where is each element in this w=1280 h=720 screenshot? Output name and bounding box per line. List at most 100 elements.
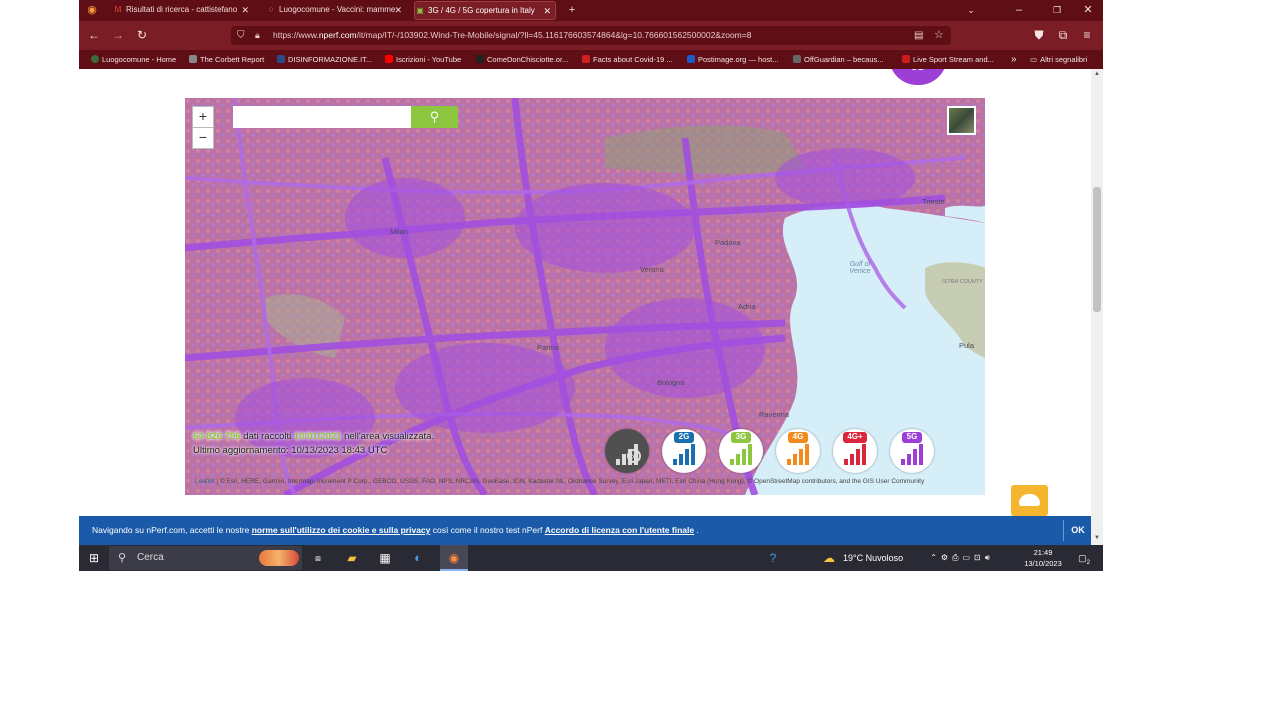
scrollbar-thumb[interactable] <box>1093 187 1101 312</box>
bookmark-item[interactable]: The Corbett Report <box>189 50 264 69</box>
filter-no-coverage[interactable]: × <box>605 429 649 473</box>
search-icon: ⚲ <box>118 552 127 564</box>
stats-count: 64 826 796 <box>193 431 241 442</box>
bookmark-favicon <box>189 55 197 63</box>
5g-logo: 5G <box>889 69 947 85</box>
license-agreement-link[interactable]: Accordo di licenza con l'utente finale <box>545 525 694 535</box>
url-text[interactable]: https://www.nperf.com/it/map/IT/-/103902… <box>273 26 833 45</box>
city-label: Pula <box>959 341 975 350</box>
cookie-ok-button[interactable]: OK <box>1063 520 1092 541</box>
firefox-icon[interactable]: ◉ <box>82 0 102 21</box>
filter-4g[interactable]: 4G <box>776 429 820 473</box>
bookmark-item[interactable]: ComeDonChisciotte.or... <box>476 50 568 69</box>
nperf-icon: ▣ <box>416 6 424 15</box>
navigation-bar: ← → ↻ ⛉ 🔒︎ https://www.nperf.com/it/map/… <box>79 21 1103 50</box>
page-content: 5G <box>79 69 1091 516</box>
bookmark-favicon <box>582 55 590 63</box>
taskbar-search[interactable]: ⚲ Cerca <box>109 546 302 570</box>
filter-3g[interactable]: 3G <box>719 429 763 473</box>
filter-2g[interactable]: 2G <box>662 429 706 473</box>
gmail-icon: M <box>114 5 122 14</box>
reload-icon[interactable]: ↻ <box>132 25 152 45</box>
coverage-map[interactable]: Milan Verona Padova Trieste Pula Parma B… <box>185 98 985 495</box>
tab-gmail[interactable]: M Risultati di ricerca - cattistefano ✕ <box>113 1 253 19</box>
reader-view-icon[interactable]: ▤ <box>914 26 923 45</box>
signal-bars-5g-icon <box>901 443 923 465</box>
youtube-icon <box>385 55 393 63</box>
url-bar[interactable]: ⛉ 🔒︎ https://www.nperf.com/it/map/IT/-/1… <box>231 26 951 45</box>
filter-5g[interactable]: 5G <box>890 429 934 473</box>
cookie-policy-link[interactable]: norme sull'utilizzo dei cookie e sulla p… <box>252 525 431 535</box>
cookie-banner: Navigando su nPerf.com, accetti le nostr… <box>79 516 1091 545</box>
map-search-button[interactable]: ⚲ <box>411 106 458 128</box>
tab-luogocomune[interactable]: ◌ Luogocomune - Vaccini: mamme ✕ <box>266 1 406 19</box>
city-label: Trieste <box>922 197 945 206</box>
bookmark-item[interactable]: Postimage.org — host... <box>687 50 778 69</box>
bookmarks-overflow-icon[interactable]: » <box>1011 50 1017 69</box>
pocket-icon[interactable]: ⛊ <box>1029 25 1049 45</box>
bookmark-item[interactable]: Live Sport Stream and... <box>902 50 994 69</box>
tab-bar: ◉ M Risultati di ricerca - cattistefano ✕… <box>79 0 1103 21</box>
scroll-to-top-button[interactable] <box>1011 485 1048 516</box>
menu-icon[interactable]: ≡ <box>1077 25 1097 45</box>
weather-icon: ☁ <box>823 551 835 565</box>
lock-icon[interactable]: 🔒︎ <box>255 26 260 45</box>
signal-bars-2g-icon <box>673 443 695 465</box>
windows-start-icon[interactable]: ⊞ <box>85 545 103 571</box>
zoom-out-button[interactable]: − <box>192 127 214 149</box>
windows-taskbar: ⊞ ⚲ Cerca ⧈ ▰ ▦ ◐ ◉ ? ☁ 19°C Nuvoloso ⌃⚙… <box>79 545 1103 571</box>
scroll-up-icon[interactable]: ▲ <box>1091 71 1103 77</box>
minimize-icon[interactable]: – <box>1009 0 1029 21</box>
close-tab-icon[interactable]: ✕ <box>394 1 402 19</box>
bookmark-favicon <box>793 55 801 63</box>
system-tray-icons[interactable]: ⌃⚙⎙▭⊡🔊︎ <box>922 545 1002 571</box>
leaflet-link[interactable]: Leaflet <box>195 478 215 485</box>
city-label: Parma <box>537 343 560 352</box>
stats-date: 10/01/2021 <box>293 431 342 442</box>
back-icon[interactable]: ← <box>84 25 104 45</box>
firefox-taskbar-icon[interactable]: ◉ <box>440 545 468 571</box>
list-tabs-icon[interactable]: ⌄ <box>961 0 981 21</box>
tab-nperf[interactable]: ▣ 3G / 4G / 5G copertura in Italy ✕ <box>414 1 556 20</box>
bookmark-item[interactable]: Luogocomune - Home <box>91 50 176 69</box>
scroll-down-icon[interactable]: ▼ <box>1091 535 1103 541</box>
bookmark-item[interactable]: DISINFORMAZIONE.IT... <box>277 50 372 69</box>
close-tab-icon[interactable]: ✕ <box>543 2 551 19</box>
extensions-icon[interactable]: ⧉ <box>1053 25 1073 45</box>
satellite-layer-toggle[interactable] <box>947 106 976 135</box>
page-icon: ◌ <box>268 5 274 14</box>
taskbar-clock[interactable]: 21:49 13/10/2023 <box>1014 547 1072 569</box>
edge-icon[interactable]: ◐ <box>408 545 428 571</box>
task-view-icon[interactable]: ⧈ <box>309 545 327 571</box>
bookmark-favicon <box>277 55 285 63</box>
close-tab-icon[interactable]: ✕ <box>241 1 249 19</box>
other-bookmarks[interactable]: ▭ Altri segnalibri <box>1030 50 1087 69</box>
file-explorer-icon[interactable]: ▰ <box>342 545 362 571</box>
city-label: Ravenna <box>759 410 790 419</box>
bookmark-item[interactable]: Facts about Covid-19 ... <box>582 50 673 69</box>
restore-icon[interactable]: ❐ <box>1047 0 1067 21</box>
help-icon[interactable]: ? <box>764 545 782 571</box>
store-icon[interactable]: ▦ <box>375 545 395 571</box>
city-label: Milan <box>390 227 408 236</box>
filter-4g-plus[interactable]: 4G+ <box>833 429 877 473</box>
close-window-icon[interactable]: ✕ <box>1078 0 1098 21</box>
bookmark-item[interactable]: Iscrizioni - YouTube <box>385 50 461 69</box>
city-label: Verona <box>640 265 664 274</box>
forward-icon[interactable]: → <box>108 25 128 45</box>
bookmark-favicon <box>476 55 484 63</box>
map-search-input[interactable] <box>233 106 411 128</box>
browser-window: ◉ M Risultati di ricerca - cattistefano ✕… <box>79 0 1103 571</box>
bookmark-star-icon[interactable]: ☆ <box>934 26 944 45</box>
stats-updated: Ultimo aggiornamento: 10/13/2023 18:43 U… <box>193 445 388 456</box>
notification-icon[interactable]: ▢2 <box>1075 545 1093 571</box>
zoom-in-button[interactable]: + <box>192 106 214 128</box>
shield-icon[interactable]: ⛉ <box>237 26 245 45</box>
bookmark-item[interactable]: OffGuardian – becaus... <box>793 50 884 69</box>
weather-text[interactable]: 19°C Nuvoloso <box>843 545 903 571</box>
page-scrollbar[interactable]: ▲ ▼ <box>1091 69 1103 545</box>
region-label: ISTRA COUNTY <box>942 279 983 285</box>
new-tab-button[interactable]: + <box>562 0 582 21</box>
city-label: Padova <box>715 238 741 247</box>
search-icon: ⚲ <box>429 109 440 124</box>
